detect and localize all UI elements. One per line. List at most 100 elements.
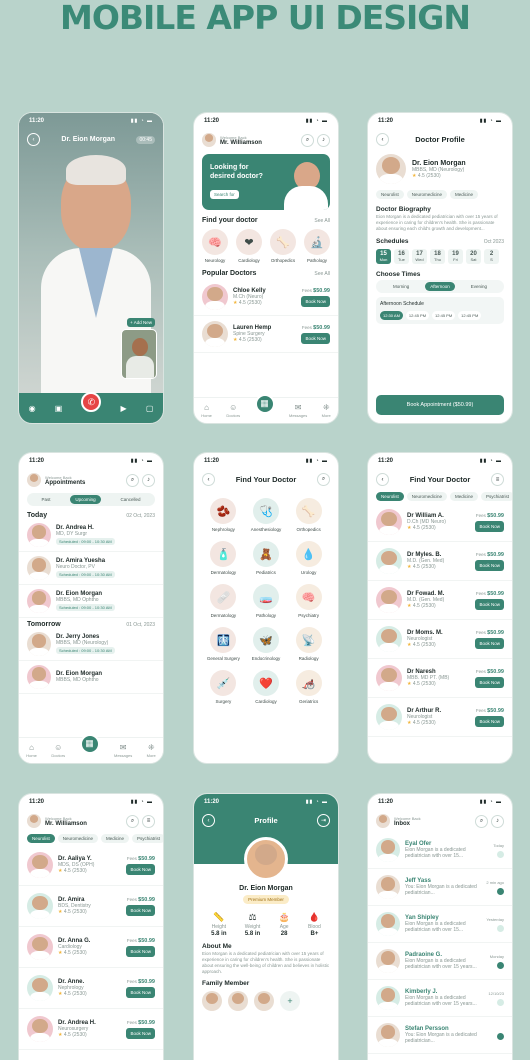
message-item[interactable]: Jeff Yass You: Eion Morgan is a dedicated… bbox=[368, 869, 512, 906]
nav-messages[interactable]: ✉ Messages bbox=[114, 743, 132, 758]
back-icon[interactable]: ‹ bbox=[27, 133, 40, 146]
nav-home[interactable]: ⌂ Home bbox=[201, 403, 212, 418]
logout-icon[interactable]: ⇥ bbox=[317, 814, 330, 827]
appointment-card[interactable]: Dr. Andrea H. MD, DY Surgr Scheduled : 09… bbox=[19, 519, 163, 552]
period-morning[interactable]: Morning bbox=[388, 282, 414, 291]
search-icon[interactable]: ⌕ bbox=[317, 473, 330, 486]
day-option[interactable]: 2S bbox=[484, 249, 499, 264]
search-icon[interactable]: ⌕ bbox=[301, 133, 314, 147]
doctor-card[interactable]: Dr. Anne. Nephrology ★ 4.5 (2530) Fees $50… bbox=[19, 968, 163, 1009]
banner-button[interactable]: Search for bbox=[210, 190, 239, 199]
nav-doctors[interactable]: ☺ Doctors bbox=[51, 743, 65, 758]
book-now-button[interactable]: Book Now bbox=[126, 945, 155, 957]
appointment-card[interactable]: Dr. Eion Morgan MBBS, MD Ophtho Scheduled… bbox=[19, 585, 163, 618]
appointment-card[interactable]: Dr. Amira Yuesha Neuro Doctor, PV Schedul… bbox=[19, 552, 163, 585]
time-slot[interactable]: 12:45 PM bbox=[432, 311, 456, 320]
category-pathology[interactable]: 🔬 Pathology bbox=[304, 229, 330, 263]
filter-chip[interactable]: Medicine bbox=[450, 492, 479, 501]
doctor-card[interactable]: Dr Myles. B. M.D. (Gen. Med) ★ 4.5 (2530) … bbox=[368, 542, 512, 581]
book-now-button[interactable]: Book Now bbox=[475, 637, 504, 649]
specialty-item[interactable]: 💉 Surgery bbox=[202, 670, 245, 704]
doctor-card[interactable]: Dr Arthur R. Neurologist ★ 4.5 (2530) Fees… bbox=[368, 698, 512, 737]
specialty-item[interactable]: 📡 Radiology bbox=[287, 627, 330, 661]
book-now-button[interactable]: Book Now bbox=[126, 904, 155, 916]
specialty-item[interactable]: 🧴 Dermatology bbox=[202, 541, 245, 575]
calendar-button[interactable]: ▦ bbox=[79, 733, 100, 754]
book-now-button[interactable]: Book Now bbox=[475, 676, 504, 688]
appointment-card[interactable]: Dr. Jerry Jones MBBS, MD (Neurology) Sche… bbox=[19, 628, 163, 661]
mic-icon[interactable]: ◉ bbox=[29, 404, 36, 413]
chat-icon[interactable]: ▢ bbox=[146, 404, 154, 413]
see-all-link[interactable]: See All bbox=[314, 218, 330, 224]
specialty-item[interactable]: 🧠 Psychiatry bbox=[287, 584, 330, 618]
specialty-item[interactable]: 🦴 Orthopedics bbox=[287, 498, 330, 532]
filter-chip[interactable]: Neuromedicine bbox=[406, 492, 448, 501]
bell-icon[interactable]: ♪ bbox=[142, 473, 155, 487]
calendar-button[interactable]: ▦ bbox=[254, 393, 275, 414]
end-call-button[interactable]: ✆ bbox=[81, 392, 102, 412]
add-new-button[interactable]: + Add New bbox=[127, 318, 155, 327]
video-icon[interactable]: ▶ bbox=[121, 404, 127, 413]
filter-icon[interactable]: ≡ bbox=[142, 814, 155, 828]
specialty-item[interactable]: 🧫 Pathology bbox=[245, 584, 288, 618]
book-now-button[interactable]: Book Now bbox=[301, 295, 330, 307]
doctor-card[interactable]: Dr. Anna G. Cardiology ★ 4.5 (2530) Fees $… bbox=[19, 927, 163, 968]
specialty-item[interactable]: 🫘 Nephrology bbox=[202, 498, 245, 532]
doctor-card[interactable]: Dr. Amira BDS, Dentistry ★ 4.5 (2530) Fees… bbox=[19, 886, 163, 927]
see-all-link[interactable]: See All bbox=[314, 271, 330, 277]
book-now-button[interactable]: Book Now bbox=[126, 986, 155, 998]
message-item[interactable]: Yan Shipley Eion Morgan is a dedicated pe… bbox=[368, 906, 512, 943]
filter-chip[interactable]: Psychiatrist bbox=[481, 492, 512, 501]
filter-chip[interactable]: Neurolist bbox=[376, 492, 404, 501]
doctor-card[interactable]: Chloe Kelly M.Ch (Neuro) ★ 4.5 (2530) Fees… bbox=[194, 279, 338, 316]
filter-icon[interactable]: ≡ bbox=[491, 473, 504, 486]
search-icon[interactable]: ⌕ bbox=[475, 814, 488, 828]
book-now-button[interactable]: Book Now bbox=[475, 715, 504, 727]
nav-more[interactable]: ⁜ More bbox=[322, 403, 331, 418]
specialty-item[interactable]: 🩻 General Surgery bbox=[202, 627, 245, 661]
doctor-card[interactable]: Dr William A. D.Ch (MD Neuro) ★ 4.5 (2530)… bbox=[368, 503, 512, 542]
day-option[interactable]: 16 Tue bbox=[394, 249, 409, 264]
doctor-card[interactable]: Dr Naresh MBB. MD PT. (MB) ★ 4.5 (2530) Fe… bbox=[368, 659, 512, 698]
message-item[interactable]: Stefan Persson You: Eion Morgan is a dedi… bbox=[368, 1017, 512, 1054]
back-icon[interactable]: ‹ bbox=[376, 473, 389, 486]
time-slot[interactable]: 12:45 PM bbox=[458, 311, 482, 320]
specialty-item[interactable]: 🩹 Dermatology bbox=[202, 584, 245, 618]
day-option[interactable]: 19 Fri bbox=[448, 249, 463, 264]
time-slot[interactable]: 12:45 PM bbox=[405, 311, 430, 320]
specialty-item[interactable]: ❤️ Cardiology bbox=[245, 670, 288, 704]
family-avatar[interactable] bbox=[202, 991, 222, 1011]
doctor-card[interactable]: Dr Moms. M. Neurologist ★ 4.5 (2530) Fees … bbox=[368, 620, 512, 659]
book-now-button[interactable]: Book Now bbox=[126, 863, 155, 875]
book-now-button[interactable]: Book Now bbox=[475, 520, 504, 532]
period-evening[interactable]: Evening bbox=[466, 282, 492, 291]
message-item[interactable]: Padraoine G. Eion Morgan is a dedicated p… bbox=[368, 943, 512, 980]
book-appointment-button[interactable]: Book Appointment ($50.99) bbox=[376, 395, 504, 415]
month-select[interactable]: Oct 2023 bbox=[484, 239, 504, 245]
bell-icon[interactable]: ♪ bbox=[317, 133, 330, 147]
camera-icon[interactable]: ▣ bbox=[55, 404, 63, 413]
book-now-button[interactable]: Book Now bbox=[301, 332, 330, 344]
nav-messages[interactable]: ✉ Messages bbox=[289, 403, 307, 418]
category-neurology[interactable]: 🧠 Neurology bbox=[202, 229, 228, 263]
tab-cancelled[interactable]: Cancelled bbox=[116, 495, 146, 504]
specialty-item[interactable]: 🦋 Endocrinology bbox=[245, 627, 288, 661]
day-option[interactable]: 18 Thu bbox=[430, 249, 445, 264]
nav-more[interactable]: ⁜ More bbox=[147, 743, 156, 758]
avatar[interactable] bbox=[202, 133, 216, 147]
specialty-item[interactable]: 💧 Urology bbox=[287, 541, 330, 575]
avatar[interactable] bbox=[376, 814, 390, 828]
specialty-item[interactable]: 🧸 Pediatrics bbox=[245, 541, 288, 575]
day-option[interactable]: 17 Wed bbox=[412, 249, 427, 264]
nav-doctors[interactable]: ☺ Doctors bbox=[226, 403, 240, 418]
doctor-card[interactable]: Dr Fowad. M. M.D. (Gen. Med) ★ 4.5 (2530) … bbox=[368, 581, 512, 620]
back-icon[interactable]: ‹ bbox=[376, 133, 389, 146]
day-option[interactable]: 15 Mon bbox=[376, 249, 391, 264]
back-icon[interactable]: ‹ bbox=[202, 473, 215, 486]
add-family-icon[interactable]: + bbox=[280, 991, 300, 1011]
doctor-card[interactable]: Lauren Hemp Spine Surgery ★ 4.5 (2530) Fee… bbox=[194, 316, 338, 353]
family-avatar[interactable] bbox=[228, 991, 248, 1011]
category-cardiology[interactable]: ❤ Cardiology bbox=[236, 229, 262, 263]
tab-past[interactable]: Past bbox=[36, 495, 55, 504]
message-item[interactable]: Kimberly J. Eion Morgan is a dedicated pe… bbox=[368, 980, 512, 1017]
